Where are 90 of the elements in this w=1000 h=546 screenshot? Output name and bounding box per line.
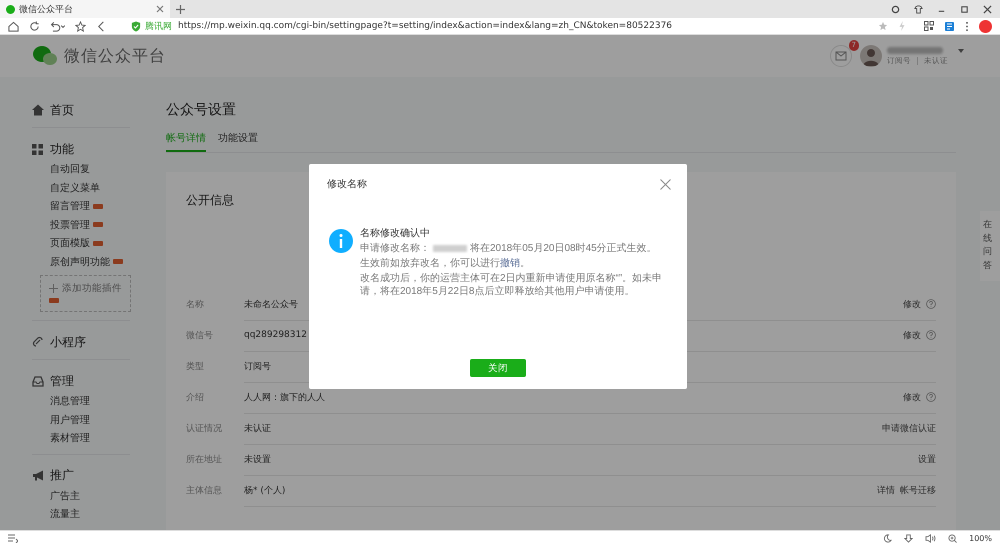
close-icon[interactable] <box>983 4 992 14</box>
star-icon[interactable] <box>75 20 86 32</box>
sidebar-item[interactable]: 自动回复 <box>50 162 90 176</box>
action-link[interactable]: 申请微信认证 <box>882 422 936 434</box>
sidebar-section[interactable]: 小程序 <box>32 331 130 353</box>
redacted-username <box>887 46 943 54</box>
help-icon[interactable] <box>926 392 936 402</box>
field-label: 名称 <box>186 298 205 311</box>
download-icon[interactable] <box>904 534 914 543</box>
section-title: 公开信息 <box>186 192 235 209</box>
action-link[interactable]: 详情 <box>877 484 895 496</box>
sidebar-section[interactable]: 功能 <box>32 138 130 160</box>
field-value: 未认证 <box>244 412 882 444</box>
book-icon[interactable] <box>944 20 955 32</box>
logo-text: 微信公众平台 <box>64 46 166 66</box>
add-plugin-button[interactable]: 添加功能插件 <box>40 275 131 312</box>
sidebar-item[interactable]: 素材管理 <box>50 431 90 446</box>
plus-icon <box>49 284 58 293</box>
action-link[interactable]: 修改 <box>903 298 921 310</box>
sidebar-section[interactable]: 首页 <box>32 99 130 121</box>
field-label: 主体信息 <box>186 484 223 497</box>
volume-icon[interactable] <box>925 534 936 543</box>
help-icon[interactable] <box>926 330 936 340</box>
logo-icon <box>32 45 58 67</box>
home-icon[interactable] <box>8 20 19 32</box>
user-avatar[interactable] <box>979 20 992 32</box>
action-link[interactable]: 设置 <box>918 452 936 466</box>
help-icon[interactable] <box>926 299 936 309</box>
page-tab[interactable]: 功能设置 <box>218 131 258 152</box>
zoom-level[interactable]: 100% <box>969 534 992 543</box>
sidebar-item[interactable]: 流量主 <box>50 507 80 522</box>
browser-tab[interactable]: 微信公众平台 <box>0 0 170 18</box>
undo-icon[interactable] <box>50 20 65 32</box>
sidebar-item[interactable]: 自定义菜单 <box>50 180 100 195</box>
sidebar-item[interactable]: 用户管理 <box>50 412 90 427</box>
star-icon[interactable] <box>878 21 888 31</box>
sidebar-item[interactable]: 投票管理 <box>50 218 90 232</box>
action-link[interactable]: 修改 <box>903 328 921 342</box>
add-plugin-label: 添加功能插件 <box>62 282 122 295</box>
sidebar-item[interactable]: 消息管理 <box>50 394 90 408</box>
menu-icon[interactable] <box>965 20 969 32</box>
action-link[interactable]: 修改 <box>903 390 921 404</box>
security-label: 腾讯网 <box>145 20 172 32</box>
message-heading: 名称修改确认中 <box>360 227 431 240</box>
close-button[interactable]: 关闭 <box>470 359 526 377</box>
page-title: 公众号设置 <box>166 101 237 119</box>
new-badge <box>49 298 59 303</box>
zoom-icon[interactable] <box>948 534 958 543</box>
field-value: 未设置 <box>244 444 918 476</box>
field-label: 类型 <box>186 360 205 373</box>
close-icon[interactable] <box>660 178 671 190</box>
grid-icon <box>32 144 43 154</box>
new-tab-icon[interactable] <box>176 4 185 14</box>
sidebar-item[interactable]: 留言管理 <box>50 199 90 214</box>
sidebar-toggle-icon[interactable] <box>8 534 18 543</box>
message-text: 申请修改名称： <box>360 242 430 255</box>
field-label: 所在地址 <box>186 454 223 466</box>
avatar[interactable] <box>860 45 882 67</box>
qr-code-icon[interactable] <box>924 21 934 31</box>
shield-icon <box>131 20 141 32</box>
url-field[interactable]: https://mp.weixin.qq.com/cgi-bin/settingpage?t=setting/index&action=index&lang=zh_CN&token=80522376 <box>178 21 672 31</box>
maximize-icon[interactable] <box>960 4 969 14</box>
wechat-icon <box>6 4 15 14</box>
field-label: 微信号 <box>186 330 214 342</box>
field-label: 介绍 <box>186 392 205 404</box>
caret-icon[interactable] <box>958 49 964 53</box>
inbox-icon <box>32 376 44 386</box>
close-icon[interactable] <box>156 5 164 13</box>
sidebar-section[interactable]: 推广 <box>32 464 130 486</box>
cancel-link[interactable]: 撤销 <box>500 258 520 269</box>
info-icon <box>329 229 353 253</box>
field-value: 杨* (个人) <box>244 474 877 506</box>
shirt-icon[interactable] <box>914 4 923 14</box>
online-help-tab[interactable]: 在线问答 <box>980 211 1000 281</box>
moon-icon[interactable] <box>883 534 892 543</box>
field-label: 认证情况 <box>186 422 223 435</box>
sidebar-item[interactable]: 原创声明功能 <box>50 254 110 269</box>
redacted-name <box>433 245 467 252</box>
link-icon <box>32 336 44 348</box>
refresh-icon[interactable] <box>29 20 40 32</box>
action-link[interactable]: 帐号迁移 <box>900 484 936 496</box>
mail-icon <box>835 51 847 61</box>
sidebar-item[interactable]: 页面模版 <box>50 236 90 250</box>
home-icon <box>32 104 44 116</box>
message-text: 生效前如放弃改名，你可以进行撤销。 <box>360 257 531 270</box>
dialog-title: 修改名称 <box>327 178 367 191</box>
sidebar-item[interactable]: 广告主 <box>50 488 80 503</box>
megaphone-icon <box>32 470 45 481</box>
message-text: 将在2018年05月20日08时45分正式生效。 <box>470 242 657 255</box>
sidebar-section[interactable]: 管理 <box>32 370 130 392</box>
